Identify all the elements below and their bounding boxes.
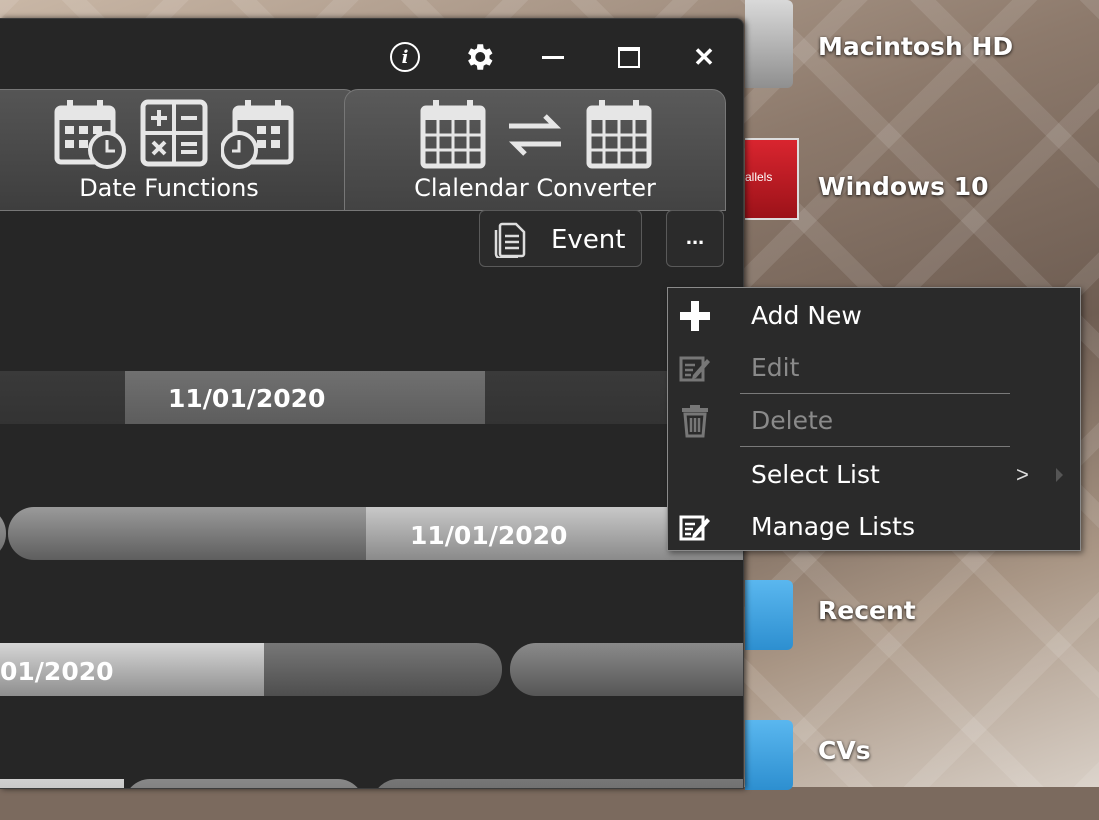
- trash-icon: [682, 405, 708, 438]
- more-options-button[interactable]: ...: [666, 210, 724, 267]
- timeline-segment: [264, 643, 502, 696]
- desktop-icon-macintosh-hd[interactable]: Macintosh HD: [745, 0, 1095, 100]
- menu-separator: [740, 393, 1010, 394]
- minimize-button[interactable]: [533, 37, 573, 77]
- app-window: i ✕ Date Functions Clalendar Converter E…: [0, 18, 744, 789]
- tab-calendar-converter[interactable]: Clalendar Converter: [344, 89, 726, 211]
- edit-icon: [679, 515, 710, 541]
- timeline-date-label: 11/01/2020: [168, 384, 326, 413]
- desktop-icon-label: Recent: [818, 596, 916, 625]
- desktop-icon-cvs[interactable]: CVs: [745, 720, 1095, 820]
- menu-item-label: Manage Lists: [751, 512, 915, 541]
- edit-icon: [679, 356, 710, 382]
- menu-item-delete[interactable]: Delete: [668, 396, 1080, 446]
- calendar-clock-icon: [221, 100, 294, 169]
- timeline-segment: [0, 779, 124, 788]
- timeline-segment: [0, 371, 125, 424]
- minimize-icon: [542, 55, 564, 59]
- plus-icon: [680, 301, 710, 331]
- settings-button[interactable]: [459, 37, 499, 77]
- maximize-icon: [618, 46, 640, 68]
- menu-item-select-list[interactable]: Select List >: [668, 450, 1080, 500]
- info-button[interactable]: i: [385, 37, 425, 77]
- desktop-icon-label: CVs: [818, 736, 871, 765]
- desktop-icon-windows-10[interactable]: allels Windows 10: [745, 138, 1095, 238]
- hard-drive-icon: [745, 0, 793, 88]
- menu-item-label: Edit: [751, 353, 800, 382]
- calendar-icon: [420, 100, 486, 169]
- submenu-chevron-icon: >: [1016, 462, 1029, 487]
- document-icon: [494, 222, 526, 258]
- parallels-badge: allels: [745, 170, 773, 184]
- menu-item-edit[interactable]: Edit: [668, 343, 1080, 393]
- gear-icon: [468, 44, 493, 70]
- timeline-segment: [0, 507, 6, 560]
- timeline-row: 11/01/2020: [0, 371, 743, 424]
- submenu-triangle-icon: [1056, 468, 1063, 482]
- event-button[interactable]: Event: [479, 210, 642, 267]
- calendar-converter-icons: [345, 98, 725, 170]
- title-bar: i ✕: [0, 19, 743, 89]
- calendar-clock-icon: [54, 100, 126, 169]
- info-icon: i: [390, 42, 420, 72]
- tab-label: Clalendar Converter: [414, 174, 656, 202]
- timeline-segment: [8, 507, 366, 560]
- folder-icon: [745, 580, 793, 650]
- folder-icon: [745, 720, 793, 790]
- timeline-segment: [510, 643, 743, 696]
- calendar-icon: [586, 100, 652, 169]
- menu-item-label: Select List: [751, 460, 880, 489]
- date-functions-icons: [0, 98, 357, 170]
- menu-item-manage-lists[interactable]: Manage Lists: [668, 502, 1080, 552]
- menu-item-add-new[interactable]: Add New: [668, 291, 1080, 341]
- calculator-icon: [140, 99, 208, 167]
- desktop-icon-label: Macintosh HD: [818, 32, 1014, 61]
- swap-arrows-icon: [508, 114, 562, 156]
- timeline-row: [0, 779, 743, 788]
- tab-label: Date Functions: [79, 174, 259, 202]
- tab-date-functions[interactable]: Date Functions: [0, 89, 358, 211]
- desktop-icon-label: Windows 10: [818, 172, 989, 201]
- timeline-segment: [124, 779, 364, 788]
- menu-item-label: Delete: [751, 406, 834, 435]
- maximize-button[interactable]: [609, 37, 649, 77]
- desktop-icon-recent[interactable]: Recent: [745, 580, 1095, 680]
- timeline-row: 11/01/2020: [0, 507, 743, 560]
- close-icon: ✕: [693, 41, 715, 72]
- timeline-segment: [372, 779, 743, 788]
- menu-separator: [740, 446, 1010, 447]
- timeline-date-label: 01/2020: [0, 657, 114, 686]
- menu-item-label: Add New: [751, 301, 862, 330]
- close-button[interactable]: ✕: [684, 37, 724, 77]
- timeline-date-label: 11/01/2020: [410, 521, 568, 550]
- timeline-row: 01/2020: [0, 643, 743, 696]
- parallels-icon: allels: [745, 138, 799, 220]
- context-menu: Add New Edit Delete Select List > Manage: [667, 287, 1081, 551]
- event-button-label: Event: [551, 225, 626, 255]
